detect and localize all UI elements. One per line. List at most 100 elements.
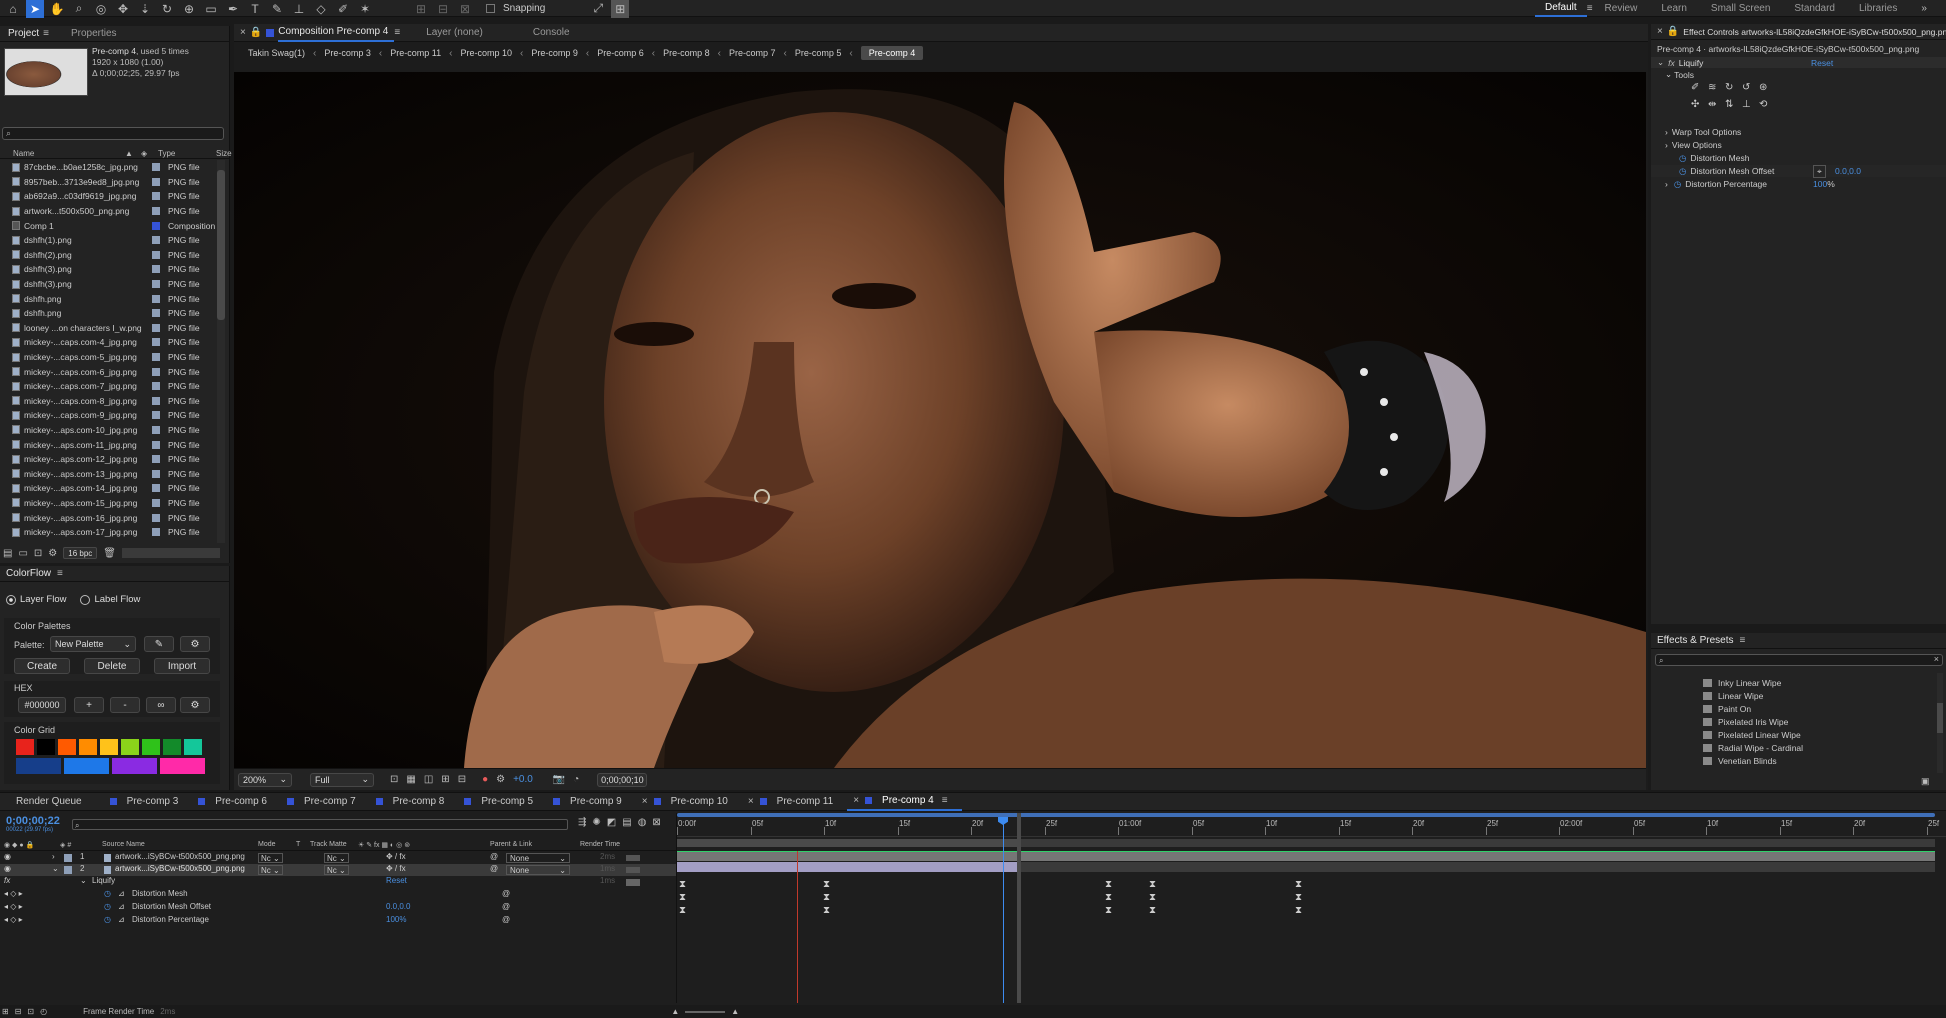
reflection-tool-icon[interactable]: ⇅ — [1725, 99, 1739, 113]
keyframe-marker[interactable]: ⧗ — [823, 879, 830, 890]
tab-project[interactable]: Project — [0, 26, 43, 42]
timeline-menu-icon[interactable]: ≡ — [942, 795, 948, 806]
timeline-fx-row[interactable]: fx ⌄ Liquify Reset 1ms — [0, 876, 676, 889]
new-bin-icon[interactable]: ▣ — [1921, 776, 1930, 787]
presets-search-input[interactable]: ⌕ × — [1655, 654, 1943, 666]
pen-tool-icon[interactable]: ✒ — [224, 0, 242, 18]
col-t[interactable]: T — [296, 841, 300, 848]
project-list-item[interactable]: mickey-...aps.com-14_jpg.png PNG file — [0, 481, 216, 496]
work-area-top-bar[interactable] — [677, 813, 1935, 817]
breadcrumb-item[interactable]: Pre-comp 3 — [324, 48, 371, 58]
keyframe-marker[interactable]: ⧗ — [1295, 892, 1302, 903]
trash-icon[interactable]: 🗑 — [103, 548, 116, 559]
project-list-item[interactable]: mickey-...aps.com-16_jpg.png PNG file — [0, 510, 216, 525]
timeline-timecode[interactable]: 0;00;00;22 — [6, 815, 60, 827]
preset-item[interactable]: Venetian Blinds — [1651, 754, 1936, 767]
preset-item[interactable]: Linear Wipe — [1651, 689, 1936, 702]
project-list-item[interactable]: dshfh.png PNG file — [0, 306, 216, 321]
project-list-item[interactable]: mickey-...caps.com-9_jpg.png PNG file — [0, 408, 216, 423]
lock-icon[interactable]: 🔒 — [250, 27, 266, 38]
project-list-item[interactable]: dshfh(2).png PNG file — [0, 248, 216, 263]
new-folder-icon[interactable]: ▭ — [18, 548, 27, 559]
close-icon[interactable]: × — [853, 795, 859, 806]
project-list-item[interactable]: 8957beb...3713e9ed8_jpg.png PNG file — [0, 175, 216, 190]
expand-arrow-icon[interactable]: ⌄ — [80, 876, 87, 885]
item-label-color[interactable] — [152, 513, 160, 522]
effect-reset-link[interactable]: Reset — [1811, 58, 1833, 68]
roi-icon[interactable]: ⊡ — [390, 774, 398, 785]
tab-render-queue[interactable]: Render Queue — [0, 793, 104, 811]
layer-flow-radio[interactable] — [6, 594, 16, 605]
project-list-item[interactable]: 87cbcbe...b0ae1258c_jpg.png PNG file — [0, 160, 216, 175]
snap-option-icon[interactable]: ⤢ — [589, 0, 607, 18]
pan-tool-icon[interactable]: ✥ — [114, 0, 132, 18]
view-axis-icon[interactable]: ⊠ — [456, 0, 474, 18]
grid-guides-icon[interactable]: ⊞ — [441, 774, 449, 785]
project-list-item[interactable]: mickey-...caps.com-4_jpg.png PNG file — [0, 335, 216, 350]
fx-icon[interactable]: fx — [1668, 58, 1675, 68]
eraser-tool-icon[interactable]: ◇ — [312, 0, 330, 18]
item-label-color[interactable] — [152, 455, 160, 464]
project-list-item[interactable]: mickey-...caps.com-6_jpg.png PNG file — [0, 364, 216, 379]
timeline-layer-row[interactable]: ◉ ⌄ 2 artwork...iSyBCw-t500x500_png.png Nc ⌄… — [0, 864, 676, 876]
close-icon[interactable]: × — [1651, 26, 1667, 37]
frame-blend-icon[interactable]: ▤ — [622, 817, 631, 828]
breadcrumb-item[interactable]: Pre-comp 10 — [460, 48, 512, 58]
link-color-button[interactable]: ∞ — [146, 697, 176, 713]
keyframe-marker[interactable]: ⧗ — [1149, 905, 1156, 916]
roto-brush-icon[interactable]: ✐ — [334, 0, 352, 18]
item-label-color[interactable] — [152, 411, 160, 420]
item-label-color[interactable] — [152, 323, 160, 332]
layer-name[interactable]: artwork...iSyBCw-t500x500_png.png — [115, 852, 245, 861]
zoom-in-icon[interactable]: ▲ — [731, 1007, 739, 1016]
color-swatch[interactable] — [64, 758, 109, 774]
item-label-color[interactable] — [152, 265, 160, 274]
color-swatch[interactable] — [121, 739, 139, 755]
pickwhip-icon[interactable]: @ — [490, 864, 498, 873]
graph-icon[interactable]: ⊿ — [118, 889, 125, 898]
comp-menu-icon[interactable]: ≡ — [394, 27, 400, 38]
keyframe-marker[interactable]: ⧗ — [1295, 905, 1302, 916]
project-list-item[interactable]: looney ...on characters I_w.png PNG file — [0, 321, 216, 336]
project-list-item[interactable]: mickey-...caps.com-8_jpg.png PNG file — [0, 394, 216, 409]
item-label-color[interactable] — [152, 484, 160, 493]
keyframe-marker[interactable]: ⧗ — [823, 892, 830, 903]
stopwatch-icon[interactable]: ◷ — [1674, 179, 1681, 190]
clear-search-icon[interactable]: × — [1934, 654, 1939, 664]
draft-3d-icon[interactable]: ✺ — [592, 817, 600, 828]
timeline-property-row[interactable]: ◂ ◇ ▸ ◷ ⊿ Distortion Percentage 100% @ — [0, 915, 676, 928]
mode-select[interactable]: Nc ⌄ — [258, 853, 283, 863]
color-swatch[interactable] — [58, 739, 76, 755]
anchor-tool-icon[interactable]: ⊕ — [180, 0, 198, 18]
tab-layer[interactable]: Layer (none) — [426, 24, 523, 42]
rotate-tool-icon[interactable]: ↻ — [158, 0, 176, 18]
workspace-standard[interactable]: Standard — [1794, 0, 1859, 17]
expand-arrow-icon[interactable]: › — [1665, 127, 1668, 137]
item-label-color[interactable] — [152, 309, 160, 318]
tab-console[interactable]: Console — [523, 24, 580, 42]
timeline-tab[interactable]: Pre-comp 7 — [281, 793, 370, 811]
reconstruct-tool-icon[interactable]: ⟲ — [1759, 99, 1773, 113]
zoom-out-icon[interactable]: ▲ — [671, 1007, 679, 1016]
workspace-review[interactable]: Review — [1605, 0, 1662, 17]
fx-reset-link[interactable]: Reset — [386, 876, 407, 885]
expand-arrow-icon[interactable]: ⌄ — [1657, 57, 1664, 68]
shy-layers-icon[interactable]: ◩ — [607, 817, 616, 828]
zoom-tool-icon[interactable]: ⌕ — [70, 0, 88, 18]
breadcrumb-item[interactable]: Pre-comp 6 — [597, 48, 644, 58]
item-label-color[interactable] — [152, 353, 160, 362]
timeline-graph[interactable]: 0:00f 05f 10f 15f 20f 25f 01:00f 05f 10f 15f 20f 25… — [676, 813, 1946, 1003]
workspace-libraries[interactable]: Libraries — [1859, 0, 1921, 17]
mask-visibility-icon[interactable]: ◫ — [424, 774, 433, 785]
tab-properties[interactable]: Properties — [49, 26, 123, 42]
property-value[interactable]: 0.0,0.0 — [386, 902, 410, 911]
keyframe-nav-icon[interactable]: ◂ ◇ ▸ — [4, 889, 23, 898]
tab-composition[interactable]: Composition Pre-comp 4 — [278, 24, 395, 42]
preset-item[interactable]: Radial Wipe - Cardinal — [1651, 741, 1936, 754]
item-label-color[interactable] — [152, 294, 160, 303]
timeline-tab[interactable]: × Pre-comp 11 — [742, 793, 847, 811]
create-button[interactable]: Create — [14, 658, 70, 674]
label-col-icon[interactable]: ◈ — [141, 149, 147, 158]
close-icon[interactable]: × — [748, 796, 754, 807]
timeline-tab[interactable]: Pre-comp 6 — [192, 793, 281, 811]
